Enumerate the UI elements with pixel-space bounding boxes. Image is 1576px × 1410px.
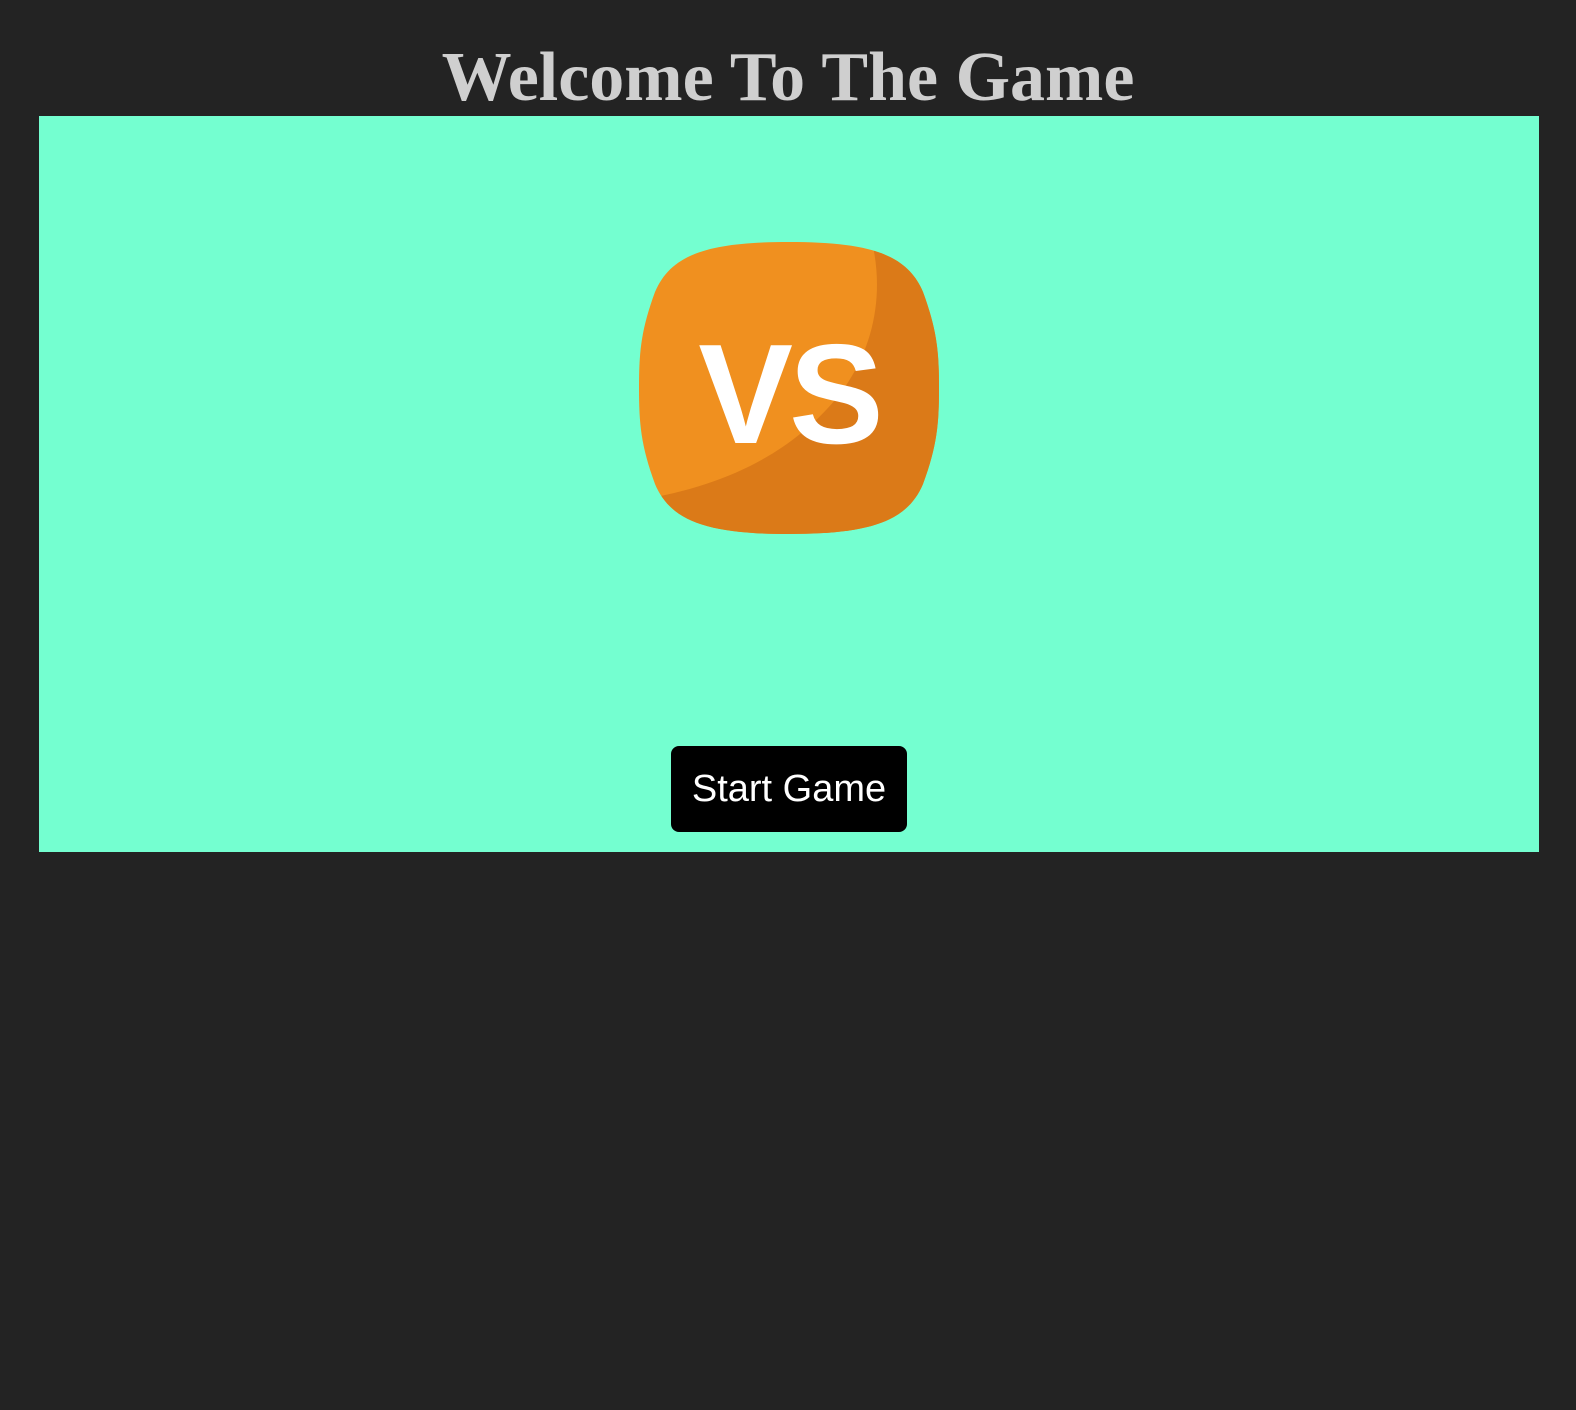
page-title: Welcome To The Game [441, 39, 1135, 116]
vs-badge-text: VS [698, 315, 879, 474]
vs-badge-icon: VS [639, 238, 939, 538]
game-panel: VS Start Game [39, 116, 1539, 852]
vs-badge-graphic: VS [639, 242, 939, 534]
start-game-button[interactable]: Start Game [671, 746, 907, 832]
